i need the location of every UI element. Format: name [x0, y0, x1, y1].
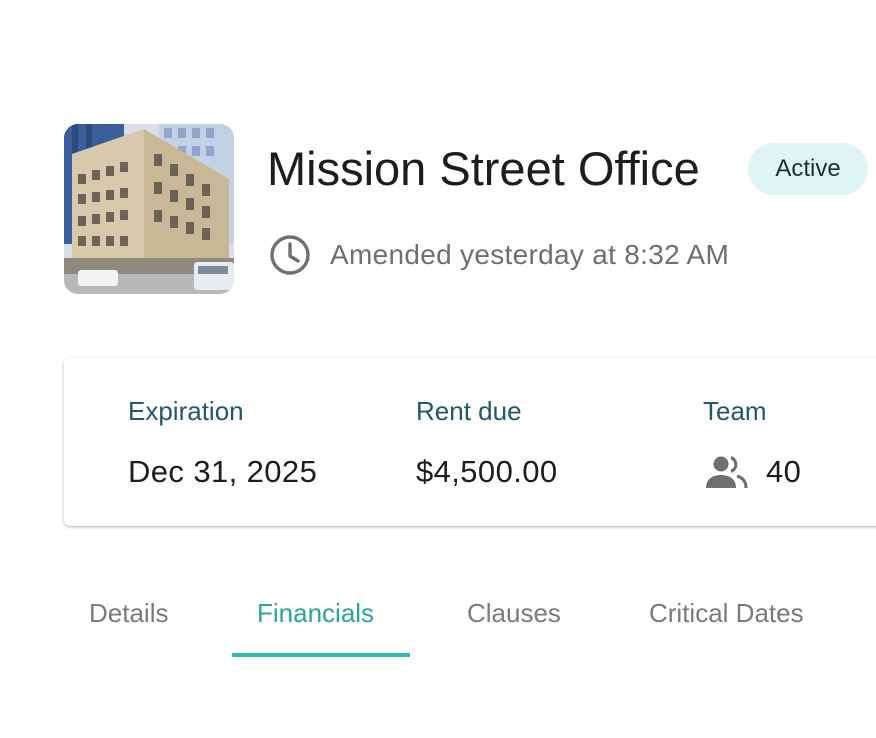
- expiration-label: Expiration: [128, 396, 244, 426]
- lease-summary-card: [64, 358, 876, 526]
- tab-critical-dates[interactable]: Critical Dates: [649, 596, 804, 630]
- expiration-value: Dec 31, 2025: [128, 454, 318, 489]
- building-photo-icon: [64, 124, 234, 294]
- people-icon: [706, 456, 748, 489]
- amended-timestamp: Amended yesterday at 8:32 AM: [330, 239, 730, 270]
- status-badge: Active: [748, 143, 868, 195]
- tab-financials[interactable]: Financials: [257, 596, 374, 630]
- team-label: Team: [703, 396, 767, 426]
- property-title: Mission Street Office: [267, 142, 700, 195]
- tab-details[interactable]: Details: [89, 596, 168, 630]
- clock-icon: [270, 235, 310, 275]
- team-count: 40: [766, 454, 802, 489]
- active-tab-indicator: [232, 653, 410, 657]
- property-photo[interactable]: [64, 124, 234, 294]
- rent-due-value: $4,500.00: [416, 454, 558, 489]
- rent-due-label: Rent due: [416, 396, 522, 426]
- property-page: Mission Street Office Active Amended yes…: [0, 0, 876, 738]
- tab-clauses[interactable]: Clauses: [467, 596, 561, 630]
